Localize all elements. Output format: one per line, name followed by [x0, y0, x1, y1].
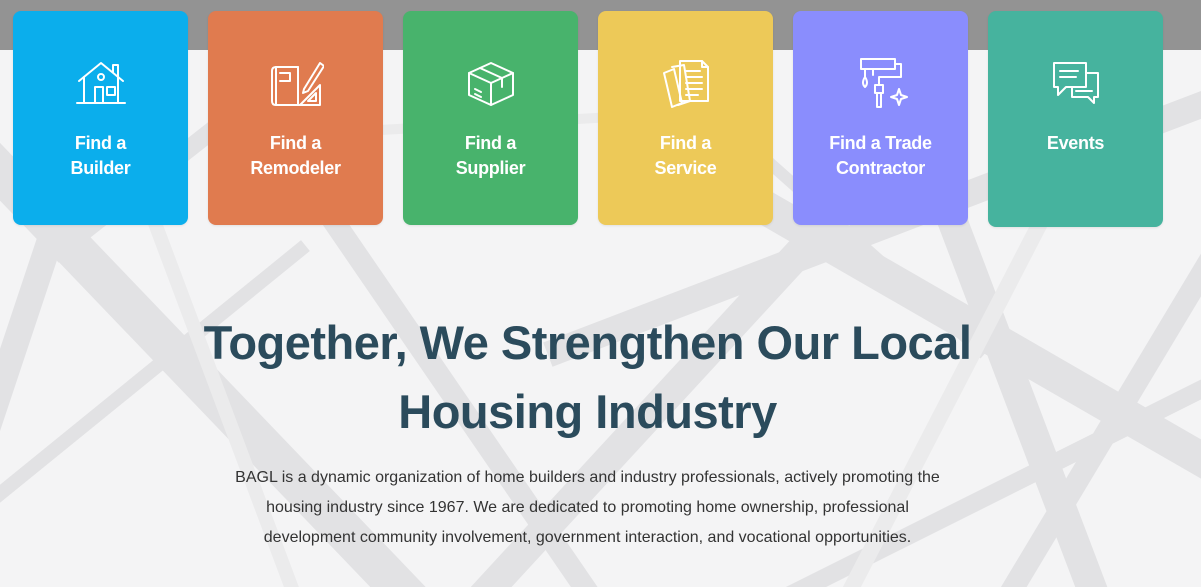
house-icon	[13, 55, 188, 111]
chat-bubbles-icon	[988, 55, 1163, 111]
intro-paragraph: BAGL is a dynamic organization of home b…	[180, 463, 995, 553]
tile-label: Find a Builder	[70, 133, 131, 178]
documents-icon	[598, 55, 773, 111]
intro-line-3: development community involvement, gover…	[263, 529, 912, 546]
intro-line-2: housing industry since 1967. We are dedi…	[266, 499, 909, 516]
quick-links: Find a Builder Find a Remodeler Find a S…	[0, 0, 1201, 240]
page-title: Together, We Strengthen Our Local Housin…	[140, 308, 1035, 446]
find-trade-contractor-tile[interactable]: Find a Trade Contractor	[793, 11, 968, 225]
find-service-tile[interactable]: Find a Service	[598, 11, 773, 225]
tile-label: Find a Remodeler	[250, 133, 341, 178]
blueprint-icon	[208, 55, 383, 111]
find-supplier-tile[interactable]: Find a Supplier	[403, 11, 578, 225]
find-builder-tile[interactable]: Find a Builder	[13, 11, 188, 225]
intro-line-1: BAGL is a dynamic organization of home b…	[235, 469, 940, 486]
page-title-line-1: Together, We Strengthen Our Local	[203, 316, 972, 369]
tile-label: Find a Supplier	[455, 133, 526, 178]
tile-label: Find a Service	[654, 133, 717, 178]
tile-label: Find a Trade Contractor	[829, 133, 932, 178]
events-tile[interactable]: Events	[988, 11, 1163, 227]
page-title-line-2: Housing Industry	[398, 385, 777, 438]
paint-roller-icon	[793, 55, 968, 111]
find-remodeler-tile[interactable]: Find a Remodeler	[208, 11, 383, 225]
tile-label: Events	[1046, 133, 1105, 153]
package-icon	[403, 55, 578, 111]
